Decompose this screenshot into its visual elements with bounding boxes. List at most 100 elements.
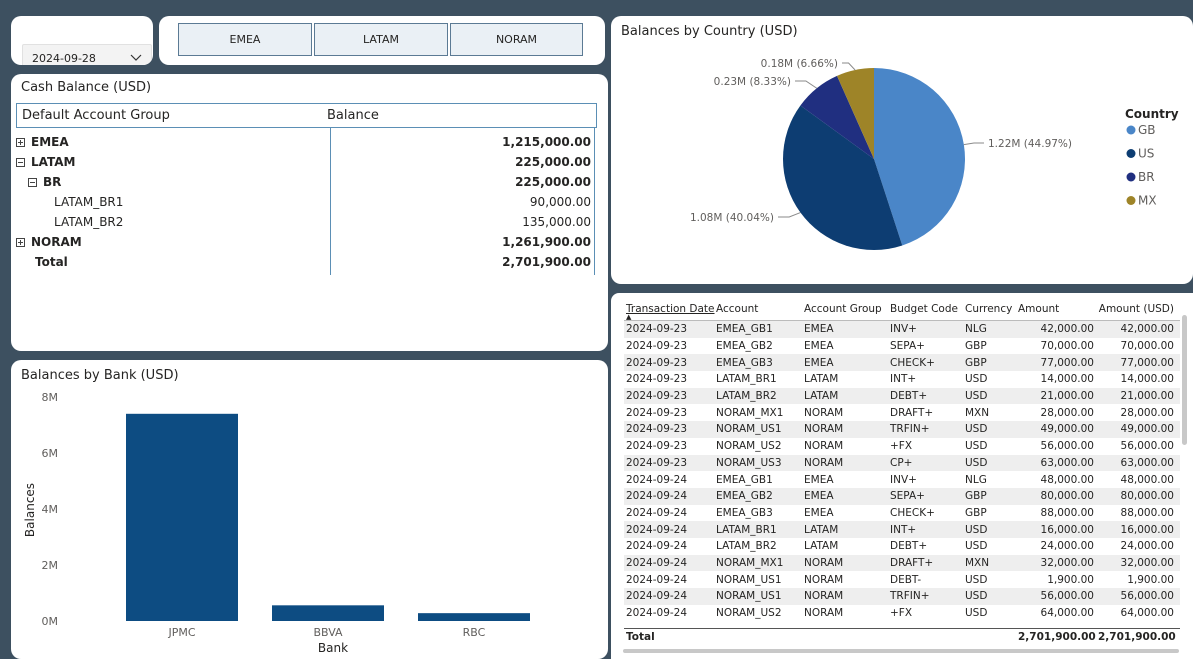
region-button-latam[interactable]: LATAM — [314, 23, 448, 56]
header-amount-usd[interactable]: Amount (USD) — [1098, 303, 1180, 315]
table-row[interactable]: 2024-09-23 LATAM_BR1 LATAM INT+ USD 14,000.00… — [624, 371, 1180, 388]
table-cell: USD — [965, 523, 988, 536]
table-cell: LATAM — [804, 523, 839, 536]
table-row[interactable]: 2024-09-24 NORAM_US1 NORAM TRFIN+ USD 56,000.… — [624, 588, 1180, 605]
header-account-group[interactable]: Account Group — [804, 303, 890, 315]
table-cell: LATAM_BR1 — [716, 373, 777, 386]
table-cell: NORAM_US2 — [716, 440, 782, 453]
header-amount[interactable]: Amount — [1018, 303, 1098, 315]
header-balance[interactable]: Balance — [322, 104, 596, 127]
matrix-row: LATAM_BR2 135,000.00 — [16, 212, 597, 232]
total-amount-usd: 2,701,900.00 — [1098, 630, 1176, 643]
table-row[interactable]: 2024-09-24 NORAM_US2 NORAM +FX USD 64,000.00 6… — [624, 605, 1180, 622]
table-cell: 2024-09-23 — [626, 323, 688, 336]
leader-line — [778, 212, 801, 218]
bank-chart-card: Balances by Bank (USD) 0M 2M 4M 6M 8M JPMC BBV… — [11, 360, 608, 659]
region-slicer-card: EMEA LATAM NORAM — [159, 16, 605, 65]
bar-rbc[interactable] — [418, 613, 530, 621]
region-button-noram[interactable]: NORAM — [450, 23, 583, 56]
table-row[interactable]: 2024-09-24 EMEA_GB3 EMEA CHECK+ GBP 88,000.00… — [624, 505, 1180, 522]
legend-item-us[interactable]: US — [1138, 147, 1154, 161]
table-row[interactable]: 2024-09-23 NORAM_MX1 NORAM DRAFT+ MXN 28,000.… — [624, 404, 1180, 421]
table-row[interactable]: 2024-09-23 NORAM_US3 NORAM CP+ USD 63,000.00 6… — [624, 454, 1180, 472]
table-cell: CP+ — [890, 456, 913, 469]
table-cell: TRFIN+ — [890, 590, 930, 603]
table-cell: 80,000.00 — [1040, 490, 1094, 503]
table-cell: GBP — [965, 490, 987, 503]
vertical-scrollbar[interactable] — [1182, 315, 1187, 445]
expand-icon[interactable] — [16, 237, 25, 247]
legend-item-br[interactable]: BR — [1138, 170, 1155, 184]
table-row[interactable]: 2024-09-23 LATAM_BR2 LATAM DEBT+ USD 21,000.0… — [624, 387, 1180, 405]
date-dropdown[interactable]: 2024-09-28 — [22, 44, 152, 65]
table-cell: 2024-09-23 — [626, 390, 688, 403]
collapse-icon[interactable] — [28, 177, 37, 187]
slice-data-label: 0.23M (8.33%) — [714, 76, 791, 88]
header-account-group[interactable]: Default Account Group — [17, 104, 322, 127]
table-cell: CHECK+ — [890, 356, 935, 369]
slice-data-label: 1.08M (40.04%) — [690, 212, 774, 224]
table-cell: INT+ — [890, 373, 917, 386]
table-row[interactable]: 2024-09-23 NORAM_US2 NORAM +FX USD 56,000.00 5… — [624, 438, 1180, 455]
table-row[interactable]: 2024-09-24 EMEA_GB1 EMEA INV+ NLG 48,000.00 48… — [624, 471, 1180, 488]
bar-bbva[interactable] — [272, 605, 384, 621]
row-label: EMEA — [31, 135, 69, 149]
date-value: 2024-09-28 — [32, 52, 96, 65]
header-transaction-date[interactable]: Transaction Date ▲ — [624, 303, 716, 321]
header-currency[interactable]: Currency — [965, 303, 1018, 315]
table-cell: NORAM — [804, 406, 844, 419]
expand-icon[interactable] — [16, 137, 25, 147]
row-balance: 90,000.00 — [529, 195, 591, 209]
table-cell: 2024-09-23 — [626, 406, 688, 419]
table-cell: 48,000.00 — [1040, 473, 1094, 486]
table-row[interactable]: 2024-09-24 LATAM_BR1 LATAM INT+ USD 16,000.00… — [624, 521, 1180, 538]
table-row[interactable]: 2024-09-23 EMEA_GB2 EMEA SEPA+ GBP 70,000.00 7… — [624, 338, 1180, 355]
table-cell: GBP — [965, 340, 987, 353]
table-cell: EMEA_GB2 — [716, 490, 773, 503]
matrix-body: EMEA 1,215,000.00 LATAM 225,000.00 BR 225,000… — [16, 128, 597, 275]
country-chart-card: Balances by Country (USD) 1.22M (44.97%)… — [611, 16, 1193, 284]
table-cell: 77,000.00 — [1040, 356, 1094, 369]
legend-dot-br — [1126, 172, 1136, 182]
bar-jpmc[interactable] — [126, 413, 238, 621]
table-cell: USD — [965, 607, 988, 620]
table-cell: 56,000.00 — [1120, 590, 1174, 603]
table-cell: DRAFT+ — [890, 406, 934, 419]
table-cell: LATAM_BR1 — [716, 523, 777, 536]
x-tick-label: JPMC — [167, 626, 195, 639]
table-cell: 32,000.00 — [1120, 556, 1174, 569]
table-cell: 1,900.00 — [1047, 573, 1094, 586]
table-cell: EMEA_GB3 — [716, 356, 773, 369]
header-budget-code[interactable]: Budget Code — [890, 303, 965, 315]
table-row[interactable]: 2024-09-23 EMEA_GB1 EMEA INV+ NLG 42,000.00 42… — [624, 321, 1180, 338]
table-cell: 32,000.00 — [1040, 556, 1094, 569]
table-cell: +FX — [890, 440, 913, 453]
table-cell: INV+ — [890, 323, 917, 336]
table-cell: EMEA — [804, 506, 834, 519]
table-cell: LATAM_BR2 — [716, 390, 777, 403]
region-button-emea[interactable]: EMEA — [178, 23, 312, 56]
legend-item-gb[interactable]: GB — [1138, 123, 1156, 137]
x-axis-label: Bank — [318, 641, 348, 655]
matrix-row: EMEA 1,215,000.00 — [16, 132, 597, 152]
legend-item-mx[interactable]: MX — [1138, 194, 1157, 208]
table-cell: 48,000.00 — [1120, 473, 1174, 486]
legend-title: Country — [1125, 107, 1179, 121]
table-row[interactable]: 2024-09-24 LATAM_BR2 LATAM DEBT+ USD 24,000.0… — [624, 538, 1180, 555]
horizontal-scrollbar[interactable] — [623, 649, 1179, 653]
table-header: Transaction Date ▲ Account Account Group … — [624, 303, 1180, 321]
table-row[interactable]: 2024-09-24 NORAM_US1 NORAM DEBT- USD 1,900.00… — [624, 571, 1180, 588]
table-cell: GBP — [965, 356, 987, 369]
row-balance: 135,000.00 — [522, 215, 591, 229]
table-row[interactable]: 2024-09-23 NORAM_US1 NORAM TRFIN+ USD 49,000.… — [624, 421, 1180, 438]
table-cell: MXN — [965, 406, 990, 419]
table-row[interactable]: 2024-09-23 EMEA_GB3 EMEA CHECK+ GBP 77,000.00… — [624, 354, 1180, 372]
table-cell: EMEA_GB1 — [716, 323, 773, 336]
leader-line — [795, 80, 818, 89]
header-account[interactable]: Account — [716, 303, 804, 315]
table-row[interactable]: 2024-09-24 NORAM_MX1 NORAM DRAFT+ MXN 32,000.… — [624, 554, 1180, 572]
matrix-row: NORAM 1,261,900.00 — [16, 232, 597, 252]
collapse-icon[interactable] — [16, 157, 25, 167]
table-cell: NORAM_US1 — [716, 590, 782, 603]
table-row[interactable]: 2024-09-24 EMEA_GB2 EMEA SEPA+ GBP 80,000.00 8… — [624, 487, 1180, 505]
